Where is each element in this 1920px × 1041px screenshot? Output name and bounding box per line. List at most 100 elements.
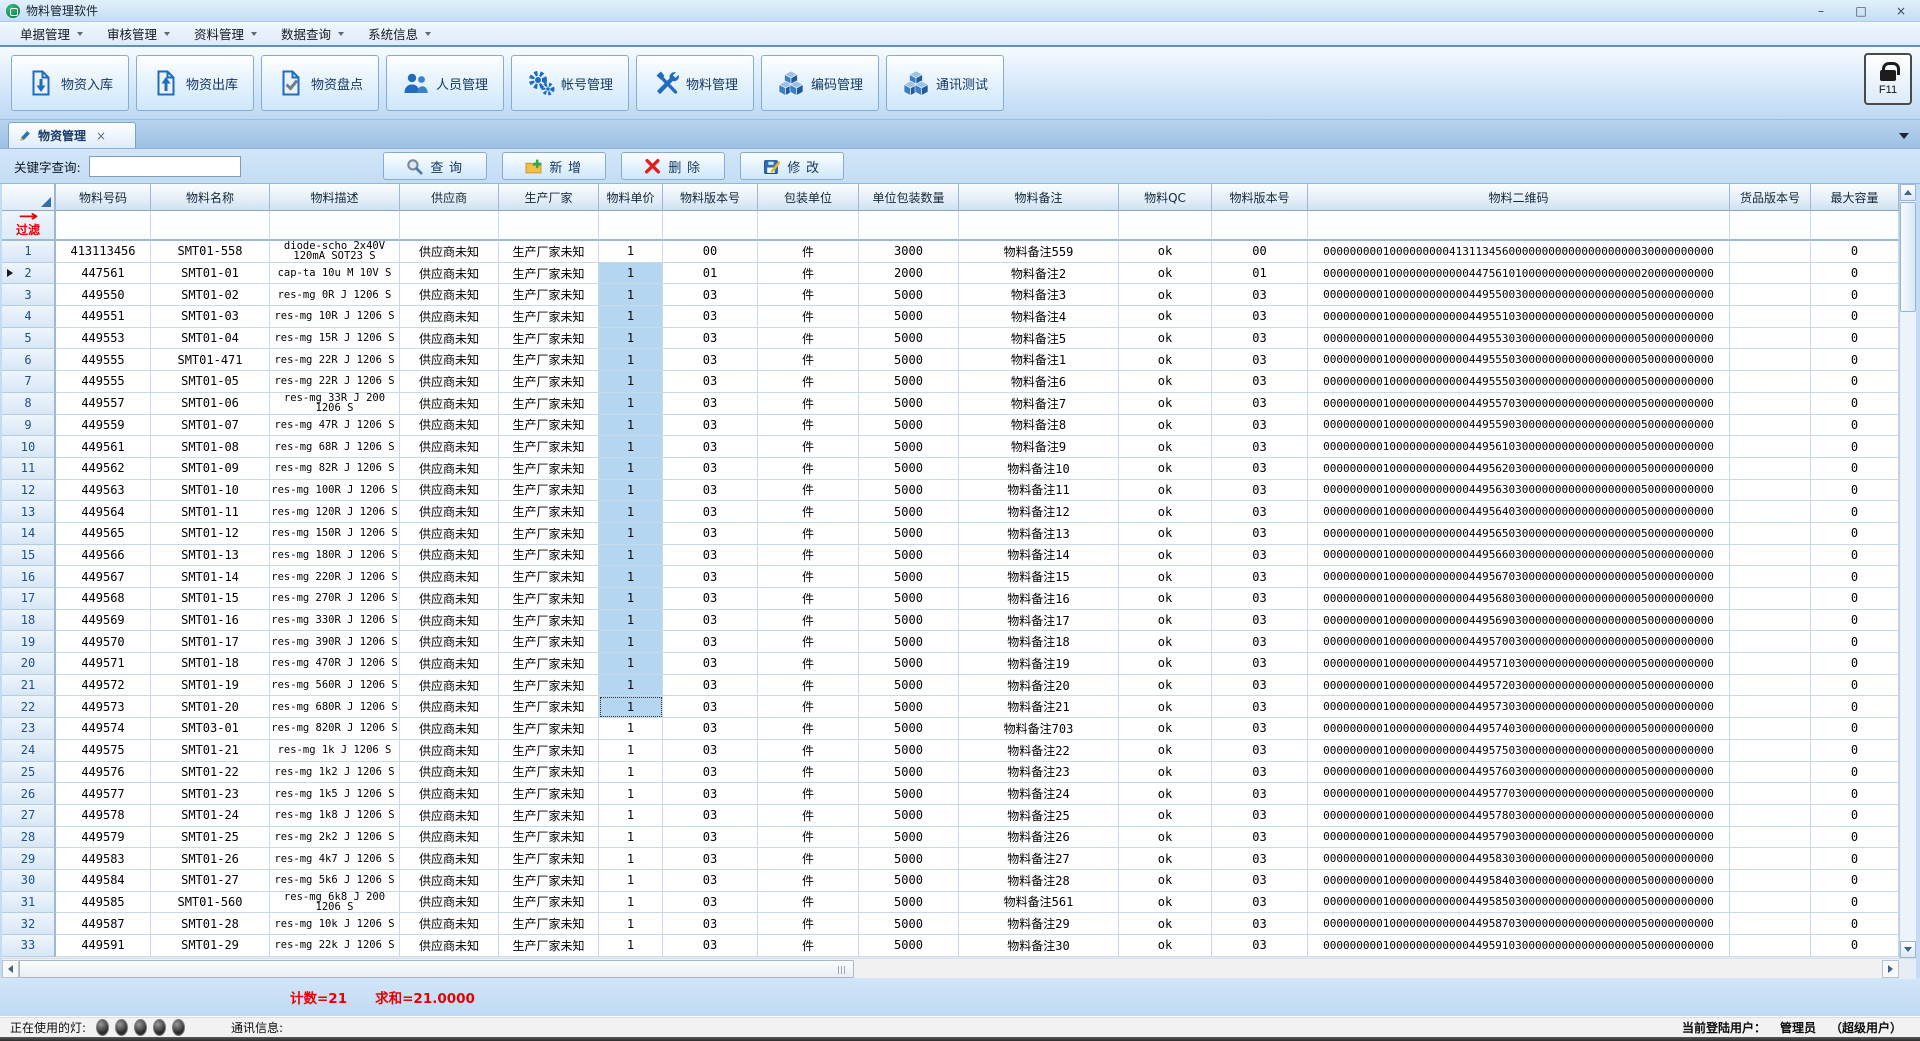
cell-maker[interactable]: 生产厂家未知 <box>499 718 599 740</box>
cell-qty[interactable]: 5000 <box>859 458 959 480</box>
cell-qc[interactable]: ok <box>1119 480 1212 502</box>
row-number[interactable]: 30 <box>2 870 56 892</box>
cell-remark[interactable]: 物料备注561 <box>959 892 1119 914</box>
cell-code[interactable]: 449579 <box>56 827 151 849</box>
material-in-button[interactable]: 物资入库 <box>11 55 129 111</box>
cell-unit[interactable]: 件 <box>758 675 859 697</box>
cell-ver2[interactable]: 03 <box>1212 436 1308 458</box>
cell-supplier[interactable]: 供应商未知 <box>400 545 499 567</box>
row-number[interactable]: 11 <box>2 458 56 480</box>
cell-goodsver[interactable] <box>1730 284 1811 306</box>
cell-desc[interactable]: res-mg 68R J 1206 S <box>270 436 400 458</box>
cell-qty[interactable]: 5000 <box>859 501 959 523</box>
cell-code[interactable]: 449561 <box>56 436 151 458</box>
cell-maker[interactable]: 生产厂家未知 <box>499 328 599 350</box>
cell-remark[interactable]: 物料备注14 <box>959 545 1119 567</box>
cell-qc[interactable]: ok <box>1119 827 1212 849</box>
cell-goodsver[interactable] <box>1730 718 1811 740</box>
cell-qty[interactable]: 5000 <box>859 436 959 458</box>
cell-supplier[interactable]: 供应商未知 <box>400 328 499 350</box>
cell-qr[interactable]: 0000000001000000000000449569030000000000… <box>1308 610 1730 632</box>
cell-capacity[interactable]: 0 <box>1811 718 1899 740</box>
cell-unit[interactable]: 件 <box>758 393 859 415</box>
cell-capacity[interactable]: 0 <box>1811 241 1899 263</box>
cell-code[interactable]: 449571 <box>56 653 151 675</box>
cell-remark[interactable]: 物料备注29 <box>959 913 1119 935</box>
cell-capacity[interactable]: 0 <box>1811 827 1899 849</box>
cell-goodsver[interactable] <box>1730 805 1811 827</box>
cell-capacity[interactable]: 0 <box>1811 848 1899 870</box>
cell-qty[interactable]: 5000 <box>859 653 959 675</box>
cell-price[interactable]: 1 <box>599 805 663 827</box>
cell-price[interactable]: 1 <box>599 913 663 935</box>
cell-code[interactable]: 449550 <box>56 284 151 306</box>
cell-ver2[interactable]: 03 <box>1212 284 1308 306</box>
cell-capacity[interactable]: 0 <box>1811 523 1899 545</box>
cell-goodsver[interactable] <box>1730 762 1811 784</box>
cell-qty[interactable]: 5000 <box>859 523 959 545</box>
cell-name[interactable]: SMT01-06 <box>151 393 270 415</box>
cell-capacity[interactable]: 0 <box>1811 610 1899 632</box>
cell-capacity[interactable]: 0 <box>1811 588 1899 610</box>
table-row[interactable]: 4449551SMT01-03res-mg 10R J 1206 S供应商未知生… <box>2 306 1899 328</box>
cell-name[interactable]: SMT01-21 <box>151 740 270 762</box>
cell-capacity[interactable]: 0 <box>1811 393 1899 415</box>
cell-qr[interactable]: 0000000001000000000000449579030000000000… <box>1308 827 1730 849</box>
table-row[interactable]: 33449591SMT01-29res-mg 22k J 1206 S供应商未知… <box>2 935 1899 957</box>
cell-ver2[interactable]: 03 <box>1212 762 1308 784</box>
cell-supplier[interactable]: 供应商未知 <box>400 696 499 718</box>
cell-supplier[interactable]: 供应商未知 <box>400 458 499 480</box>
cell-supplier[interactable]: 供应商未知 <box>400 935 499 957</box>
row-number[interactable]: 27 <box>2 805 56 827</box>
table-row[interactable]: 9449559SMT01-07res-mg 47R J 1206 S供应商未知生… <box>2 415 1899 437</box>
cell-goodsver[interactable] <box>1730 848 1811 870</box>
cell-ver1[interactable]: 03 <box>663 827 758 849</box>
cell-name[interactable]: SMT01-24 <box>151 805 270 827</box>
menu-item-shuju[interactable]: 数据查询 <box>269 22 356 45</box>
row-number[interactable]: 1 <box>2 241 56 263</box>
cell-qty[interactable]: 5000 <box>859 783 959 805</box>
row-number[interactable]: 28 <box>2 827 56 849</box>
cell-ver1[interactable]: 03 <box>663 328 758 350</box>
cell-supplier[interactable]: 供应商未知 <box>400 284 499 306</box>
cell-maker[interactable]: 生产厂家未知 <box>499 458 599 480</box>
cell-qc[interactable]: ok <box>1119 523 1212 545</box>
cell-supplier[interactable]: 供应商未知 <box>400 566 499 588</box>
cell-qr[interactable]: 0000000001000000000000449555030000000000… <box>1308 371 1730 393</box>
cell-unit[interactable]: 件 <box>758 631 859 653</box>
cell-ver2[interactable]: 03 <box>1212 371 1308 393</box>
cell-price[interactable]: 1 <box>599 263 663 285</box>
cell-qc[interactable]: ok <box>1119 284 1212 306</box>
filter-cell-qty[interactable] <box>859 211 959 241</box>
account-button[interactable]: 帐号管理 <box>511 55 629 111</box>
cell-maker[interactable]: 生产厂家未知 <box>499 762 599 784</box>
filter-cell-ver2[interactable] <box>1212 211 1308 241</box>
menu-item-danju[interactable]: 单据管理 <box>8 22 95 45</box>
cell-code[interactable]: 449577 <box>56 783 151 805</box>
cell-unit[interactable]: 件 <box>758 436 859 458</box>
cell-name[interactable]: SMT01-12 <box>151 523 270 545</box>
cell-supplier[interactable]: 供应商未知 <box>400 306 499 328</box>
cell-desc[interactable]: res-mg 390R J 1206 S <box>270 631 400 653</box>
cell-qc[interactable]: ok <box>1119 870 1212 892</box>
cell-code[interactable]: 449569 <box>56 610 151 632</box>
cell-desc[interactable]: res-mg 1k2 J 1206 S <box>270 762 400 784</box>
cell-qty[interactable]: 2000 <box>859 263 959 285</box>
cell-qty[interactable]: 5000 <box>859 696 959 718</box>
cell-qr[interactable]: 0000000001000000000000449577030000000000… <box>1308 783 1730 805</box>
filter-cell-capacity[interactable] <box>1811 211 1899 241</box>
cell-remark[interactable]: 物料备注20 <box>959 675 1119 697</box>
row-number[interactable]: 17 <box>2 588 56 610</box>
cell-desc[interactable]: res-mg 1k8 J 1206 S <box>270 805 400 827</box>
cell-unit[interactable]: 件 <box>758 610 859 632</box>
cell-desc[interactable]: res-mg 560R J 1206 S <box>270 675 400 697</box>
cell-maker[interactable]: 生产厂家未知 <box>499 610 599 632</box>
cell-ver1[interactable]: 03 <box>663 588 758 610</box>
cell-price[interactable]: 1 <box>599 653 663 675</box>
table-row[interactable]: 18449569SMT01-16res-mg 330R J 1206 S供应商未… <box>2 610 1899 632</box>
horizontal-scrollbar[interactable] <box>2 958 1916 978</box>
cell-qty[interactable]: 5000 <box>859 610 959 632</box>
cell-ver1[interactable]: 03 <box>663 740 758 762</box>
cell-desc[interactable]: res-mg 22R J 1206 S <box>270 371 400 393</box>
cell-qc[interactable]: ok <box>1119 740 1212 762</box>
